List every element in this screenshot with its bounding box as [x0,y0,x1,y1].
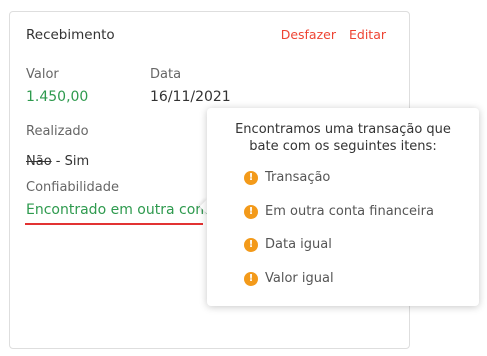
date-label: Data [150,67,182,82]
tooltip-heading-line1: Encontramos uma transação que [235,122,451,137]
reliability-label: Confiabilidade [26,180,119,195]
reliability-value[interactable]: Encontrado em outra conta [26,202,218,218]
date-value: 16/11/2021 [150,89,231,105]
warning-icon: ! [244,204,258,219]
card-actions: Desfazer Editar [281,27,386,42]
done-value: Não - Sim [26,154,89,169]
tooltip-item-label: Data igual [265,237,332,252]
warning-icon: ! [244,237,258,252]
warning-icon: ! [244,271,258,286]
tooltip-heading-line2: bate com os seguintes itens: [249,139,437,154]
reliability-underline [25,223,203,225]
edit-button[interactable]: Editar [349,27,386,42]
warning-icon: ! [244,170,258,185]
tooltip-item: ! Em outra conta financeira [244,204,434,219]
tooltip-item-label: Transação [265,170,331,185]
tooltip-heading: Encontramos uma transação que bate com o… [207,121,479,155]
value-label: Valor [26,67,59,82]
tooltip-item-label: Valor igual [265,271,334,286]
card-title: Recebimento [26,27,115,43]
done-option-yes[interactable]: Sim [65,154,90,169]
tooltip-item: ! Transação [244,170,330,185]
tooltip-item: ! Valor igual [244,271,334,286]
tooltip-item: ! Data igual [244,237,332,252]
done-separator: - [51,154,65,169]
match-tooltip: Encontramos uma transação que bate com o… [207,108,479,306]
tooltip-item-label: Em outra conta financeira [265,204,434,219]
undo-button[interactable]: Desfazer [281,27,336,42]
done-label: Realizado [26,124,89,139]
value-amount: 1.450,00 [26,89,89,105]
done-option-no[interactable]: Não [26,154,52,169]
